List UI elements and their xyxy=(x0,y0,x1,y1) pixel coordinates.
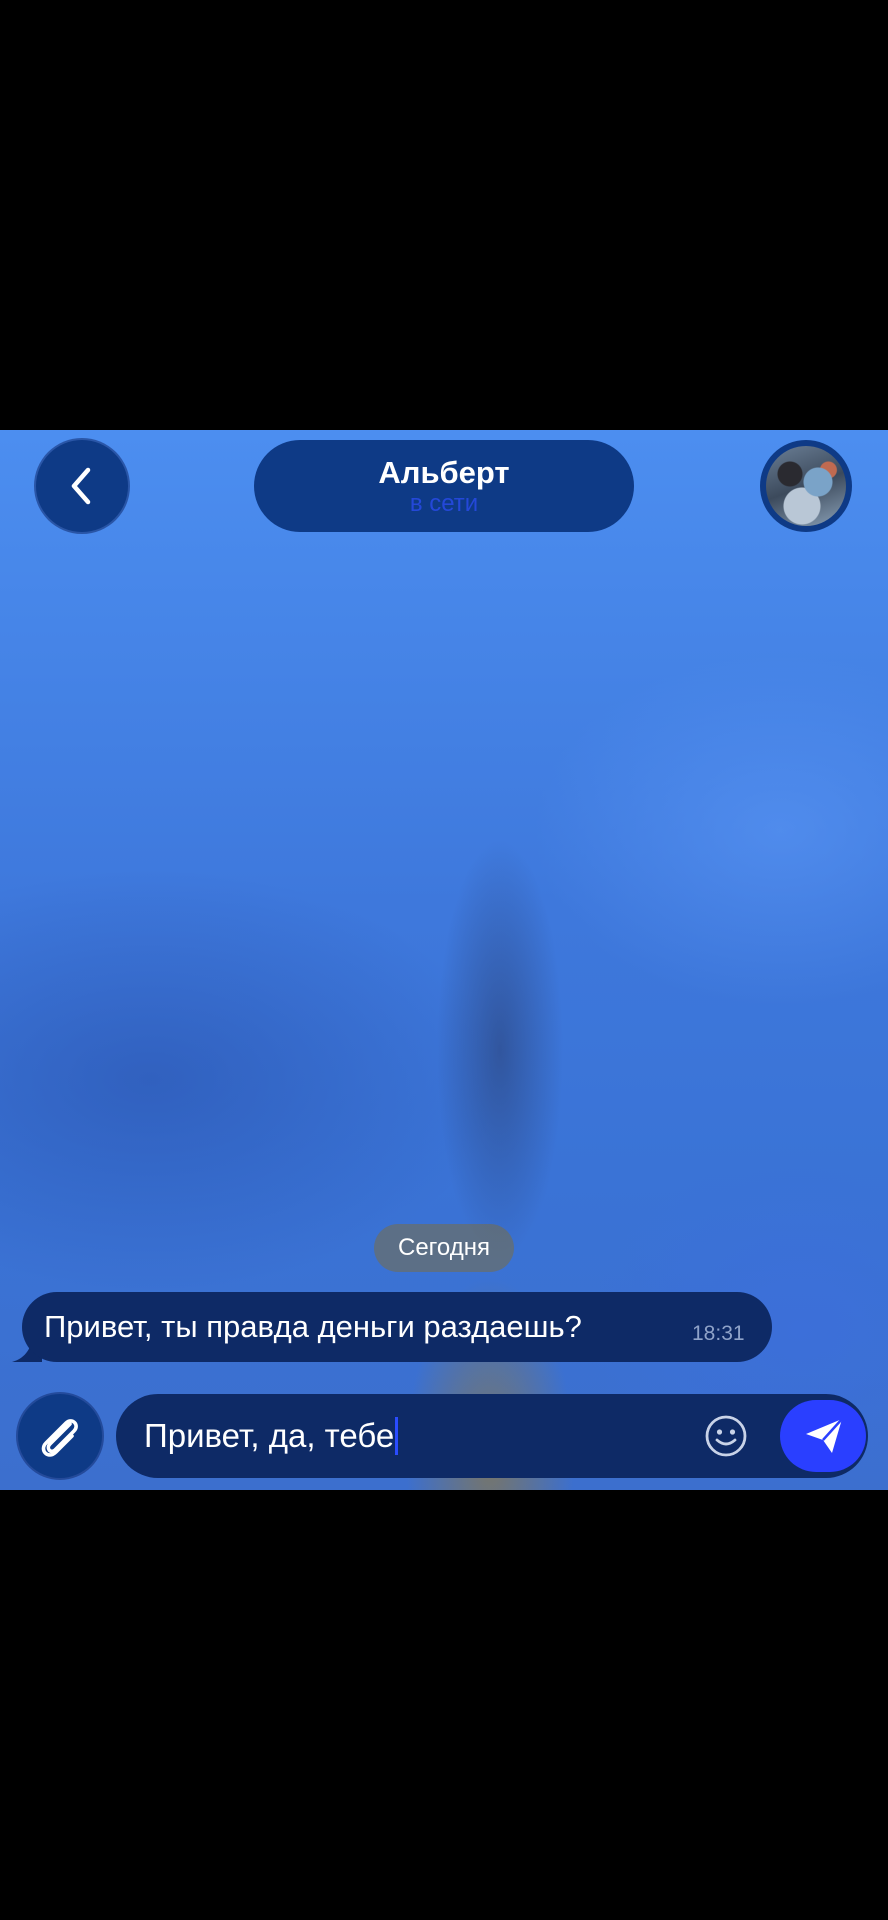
attach-button[interactable] xyxy=(18,1394,102,1478)
paperclip-icon xyxy=(41,1419,78,1457)
paper-plane-icon xyxy=(806,1418,843,1453)
send-button[interactable] xyxy=(780,1400,866,1472)
back-button[interactable] xyxy=(36,440,128,532)
contact-name: Альберт xyxy=(378,455,510,490)
message-bubble-incoming[interactable]: Привет, ты правда деньги раздаешь? 18:31 xyxy=(22,1292,772,1362)
avatar-image xyxy=(766,446,846,526)
chevron-left-icon xyxy=(71,467,91,505)
smiley-icon[interactable] xyxy=(704,1414,748,1458)
chat-screen: Альберт в сети Сегодня Привет, ты правда… xyxy=(0,430,888,1490)
chat-header[interactable]: Альберт в сети xyxy=(254,440,634,532)
message-input-value: Привет, да, тебе xyxy=(144,1417,395,1454)
message-time: 18:31 xyxy=(692,1322,745,1345)
text-caret xyxy=(395,1417,399,1455)
contact-avatar[interactable] xyxy=(760,440,852,532)
contact-status: в сети xyxy=(409,490,479,517)
message-input-text[interactable]: Привет, да, тебе xyxy=(144,1416,399,1456)
message-input[interactable]: Привет, да, тебе xyxy=(116,1394,868,1478)
date-separator: Сегодня xyxy=(374,1224,514,1272)
message-text: Привет, ты правда деньги раздаешь? xyxy=(44,1309,582,1344)
